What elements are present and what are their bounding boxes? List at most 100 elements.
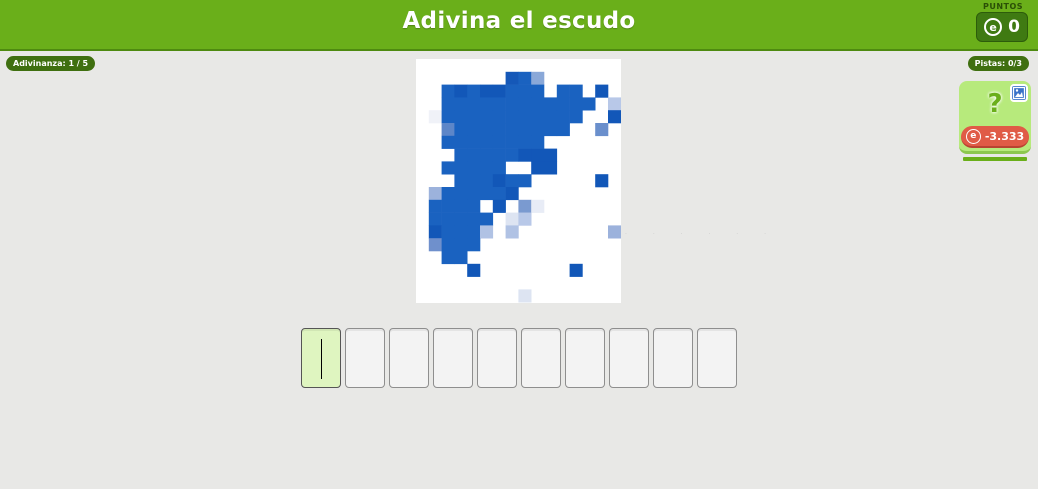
letter-input-box[interactable]	[697, 328, 737, 388]
shield-pixel	[505, 225, 519, 239]
shield-pixel	[518, 199, 532, 213]
letter-input-box[interactable]	[609, 328, 649, 388]
shield-pixel	[480, 148, 494, 162]
score-display: e 0	[976, 12, 1028, 42]
shield-pixel	[480, 161, 494, 175]
shield-pixel	[467, 212, 481, 226]
letter-input-box[interactable]	[389, 328, 429, 388]
score-value: 0	[1008, 17, 1020, 37]
shield-pixel	[428, 110, 442, 124]
shield-pixel	[531, 97, 545, 111]
shield-pixel	[467, 135, 481, 149]
shield-pixel	[480, 84, 494, 98]
shield-pixel	[544, 161, 558, 175]
shield-pixel	[428, 212, 442, 226]
shield-pixel	[569, 84, 583, 98]
shield-pixel	[531, 123, 545, 137]
shield-pixel	[531, 71, 545, 85]
shield-pixel	[428, 238, 442, 252]
shield-pixel	[454, 97, 468, 111]
shield-pixel	[518, 84, 532, 98]
shield-pixel	[454, 135, 468, 149]
shield-pixel	[492, 199, 506, 213]
letter-input-box[interactable]	[301, 328, 341, 388]
shield-pixel	[505, 135, 519, 149]
shield-pixel	[480, 212, 494, 226]
shield-pixel	[505, 123, 519, 137]
letter-input-box[interactable]	[653, 328, 693, 388]
letter-input-box[interactable]	[521, 328, 561, 388]
letter-input-box[interactable]	[565, 328, 605, 388]
shield-pixel	[441, 135, 455, 149]
shield-pixel	[467, 161, 481, 175]
shield-pixel	[454, 251, 468, 265]
shield-pixel	[441, 161, 455, 175]
shield-pixel	[454, 174, 468, 188]
shield-pixel	[492, 97, 506, 111]
shield-pixel	[492, 161, 506, 175]
shield-pixel	[518, 289, 532, 303]
shield-pixel	[467, 238, 481, 252]
shield-pixel	[518, 97, 532, 111]
shield-pixel	[454, 123, 468, 137]
shield-pixel	[492, 110, 506, 124]
shield-pixel	[441, 97, 455, 111]
shield-pixel	[518, 71, 532, 85]
shield-pixel	[454, 110, 468, 124]
shield-pixel	[531, 161, 545, 175]
shield-pixel	[608, 97, 621, 111]
shield-pixel	[480, 123, 494, 137]
shield-pixel	[582, 97, 596, 111]
shield-pixel	[467, 110, 481, 124]
shield-pixel	[556, 110, 570, 124]
shield-pixel	[492, 123, 506, 137]
shield-pixel	[454, 84, 468, 98]
shield-pixel	[480, 135, 494, 149]
shield-pixel	[556, 97, 570, 111]
hint-cost-value: -3.333	[984, 129, 1025, 143]
coin-icon: e	[984, 18, 1003, 36]
hint-cost-badge: e -3.333	[961, 126, 1029, 148]
letter-input-box[interactable]	[433, 328, 473, 388]
hint-progress-bar	[963, 157, 1027, 161]
riddle-counter-badge: Adivinanza: 1 / 5	[6, 56, 96, 71]
shield-pixel	[544, 110, 558, 124]
shield-pixel	[428, 187, 442, 201]
shield-pixel	[595, 174, 609, 188]
score-panel: PUNTOS e 0	[976, 2, 1030, 42]
shield-pixel	[441, 187, 455, 201]
shield-pixel	[556, 84, 570, 98]
shield-pixel	[595, 84, 609, 98]
shield-pixel	[505, 187, 519, 201]
pixelated-shield-image	[416, 59, 621, 303]
shield-pixel	[595, 123, 609, 137]
shield-pixel	[467, 123, 481, 137]
shield-pixel	[428, 199, 442, 213]
shield-pixel	[454, 161, 468, 175]
shield-pixel	[505, 148, 519, 162]
shield-pixel	[569, 263, 583, 277]
letter-input-box[interactable]	[477, 328, 517, 388]
shield-pixel	[454, 238, 468, 252]
shield-pixel	[492, 174, 506, 188]
letter-input-box[interactable]	[345, 328, 385, 388]
shield-pixel	[480, 174, 494, 188]
shield-pixel	[454, 187, 468, 201]
shield-pixel	[492, 84, 506, 98]
shield-pixel	[505, 110, 519, 124]
shield-pixel	[480, 97, 494, 111]
shield-pixel	[467, 174, 481, 188]
shield-pixel	[544, 148, 558, 162]
shield-pixel	[467, 148, 481, 162]
shield-pixel	[467, 263, 481, 277]
hint-button[interactable]: ? e -3.333	[959, 81, 1031, 154]
game-screen: Adivina el escudo PUNTOS e 0 Adivinanza:…	[0, 0, 1038, 489]
shield-pixel	[531, 110, 545, 124]
shield-pixel	[467, 187, 481, 201]
shield-pixel	[441, 212, 455, 226]
shield-pixel	[480, 110, 494, 124]
answer-letter-boxes	[301, 328, 741, 388]
shield-pixel	[454, 199, 468, 213]
shield-pixel	[518, 135, 532, 149]
shield-pixel	[505, 71, 519, 85]
